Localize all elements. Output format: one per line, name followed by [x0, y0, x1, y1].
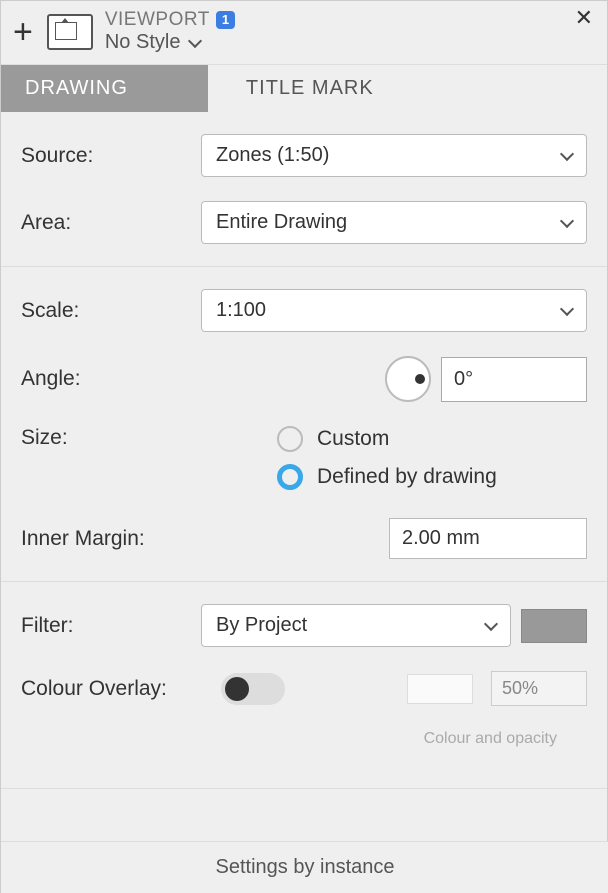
section-source: Source: Zones (1:50) Area: Entire Drawin…	[1, 112, 607, 267]
chevron-down-icon	[560, 146, 574, 160]
tab-title-mark[interactable]: TITLE MARK	[208, 65, 398, 112]
size-custom-label: Custom	[317, 427, 389, 451]
radio-checked-icon	[277, 464, 303, 490]
filter-value: By Project	[216, 614, 307, 637]
viewport-icon[interactable]	[47, 14, 93, 50]
overlay-label: Colour Overlay:	[21, 677, 221, 701]
section-display: Filter: By Project Colour Overlay: 50%	[1, 582, 607, 789]
settings-panel: Source: Zones (1:50) Area: Entire Drawin…	[1, 112, 607, 789]
source-value: Zones (1:50)	[216, 144, 329, 167]
scale-label: Scale:	[21, 299, 201, 323]
scale-value: 1:100	[216, 299, 266, 322]
size-defined-radio[interactable]: Defined by drawing	[277, 464, 587, 490]
overlay-opacity-value: 50%	[502, 678, 538, 699]
filter-label: Filter:	[21, 614, 201, 638]
chevron-down-icon	[188, 33, 202, 47]
size-label: Size:	[21, 426, 201, 450]
overlay-opacity-select[interactable]: 50%	[491, 671, 587, 706]
panel-title: VIEWPORT	[105, 9, 210, 31]
panel-header: + VIEWPORT 1 No Style ✕	[1, 1, 607, 65]
chevron-down-icon	[484, 616, 498, 630]
area-label: Area:	[21, 211, 201, 235]
area-select[interactable]: Entire Drawing	[201, 201, 587, 244]
chevron-down-icon	[560, 213, 574, 227]
scale-select[interactable]: 1:100	[201, 289, 587, 332]
source-select[interactable]: Zones (1:50)	[201, 134, 587, 177]
filter-color-swatch[interactable]	[521, 609, 587, 643]
close-button[interactable]: ✕	[575, 7, 593, 29]
source-label: Source:	[21, 144, 201, 168]
count-badge: 1	[216, 11, 235, 29]
margin-input[interactable]: 2.00 mm	[389, 518, 587, 559]
margin-label: Inner Margin:	[21, 527, 281, 551]
style-label: No Style	[105, 31, 181, 54]
add-icon[interactable]: +	[13, 15, 33, 49]
footer-status: Settings by instance	[1, 841, 608, 893]
toggle-knob	[225, 677, 249, 701]
overlay-toggle[interactable]	[221, 673, 285, 705]
angle-label: Angle:	[21, 367, 201, 391]
section-geometry: Scale: 1:100 Angle: 0° Size: Custom	[1, 267, 607, 582]
filter-select[interactable]: By Project	[201, 604, 511, 647]
style-selector[interactable]: No Style	[105, 31, 235, 54]
size-custom-radio[interactable]: Custom	[277, 426, 587, 452]
tab-drawing[interactable]: DRAWING	[1, 65, 208, 112]
radio-icon	[277, 426, 303, 452]
tab-bar: DRAWING TITLE MARK	[1, 65, 607, 112]
angle-input[interactable]: 0°	[441, 357, 587, 402]
header-text: VIEWPORT 1 No Style	[105, 9, 235, 54]
chevron-down-icon	[560, 301, 574, 315]
size-defined-label: Defined by drawing	[317, 465, 497, 489]
area-value: Entire Drawing	[216, 211, 347, 234]
overlay-color-swatch[interactable]	[407, 674, 473, 704]
overlay-hint: Colour and opacity	[21, 730, 587, 748]
angle-dial[interactable]	[385, 356, 431, 402]
